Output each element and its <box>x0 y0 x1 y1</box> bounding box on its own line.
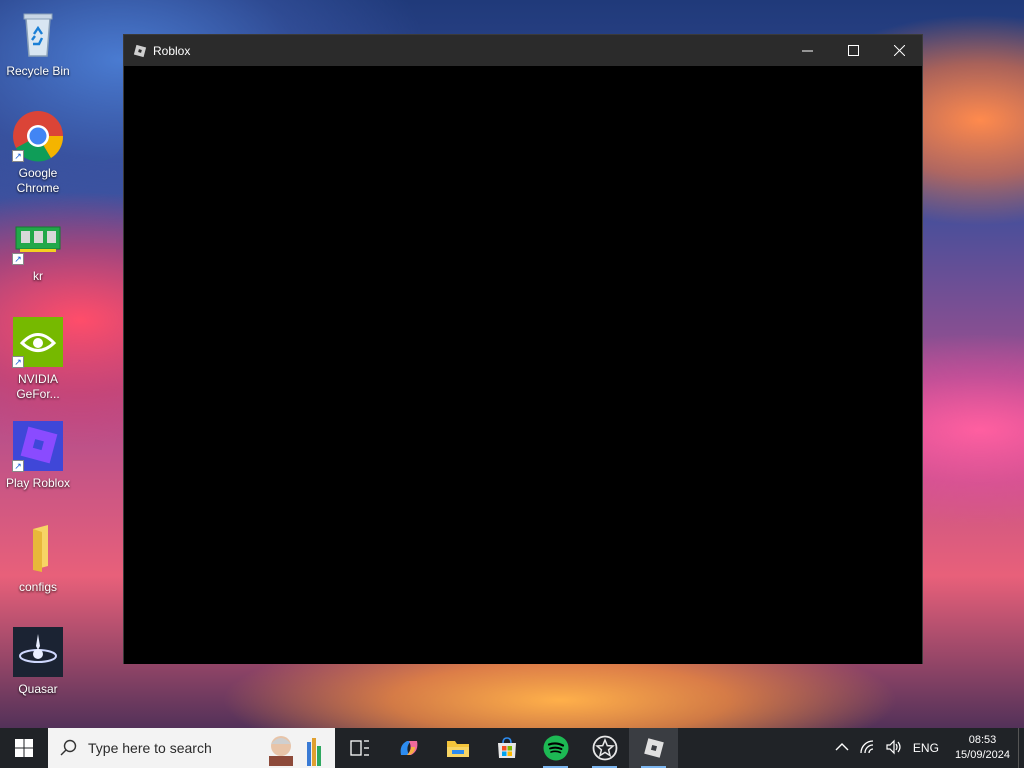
desktop-icon-label: configs <box>18 580 58 594</box>
desktop-icon-kr[interactable]: ↗ kr <box>0 213 76 284</box>
star-app-icon <box>592 735 617 761</box>
taskbar-file-explorer[interactable] <box>433 728 482 768</box>
show-desktop-button[interactable] <box>1018 728 1024 768</box>
desktop-icon-label: Quasar <box>18 682 58 696</box>
shortcut-arrow-icon: ↗ <box>12 253 24 265</box>
clock-time: 08:53 <box>968 734 997 746</box>
system-tray: ENG 08:53 15/09/2024 <box>829 728 1024 768</box>
network-button[interactable] <box>855 739 881 758</box>
file-explorer-icon <box>446 741 469 757</box>
desktop-icon-label: kr <box>33 269 43 283</box>
shortcut-arrow-icon: ↗ <box>12 460 24 472</box>
window-titlebar[interactable]: Roblox <box>124 35 922 66</box>
taskbar-spotify[interactable] <box>531 728 580 768</box>
taskbar: Type here to search ENG 08:53 15/09/2024 <box>0 728 1024 768</box>
show-hidden-icons-button[interactable] <box>829 741 855 755</box>
search-icon <box>60 739 77 756</box>
volume-button[interactable] <box>881 739 907 758</box>
close-icon <box>893 45 905 56</box>
roblox-taskbar-icon <box>643 738 664 758</box>
desktop-icon-recycle-bin[interactable]: Recycle Bin <box>0 8 76 79</box>
taskbar-star-app[interactable] <box>580 728 629 768</box>
minimize-button[interactable] <box>784 35 830 66</box>
taskbar-microsoft-store[interactable] <box>482 728 531 768</box>
chevron-up-icon <box>835 743 849 751</box>
memory-chip-icon: ↗ <box>12 213 64 265</box>
spotify-icon <box>543 735 568 761</box>
shortcut-arrow-icon: ↗ <box>12 356 24 368</box>
recycle-bin-icon <box>12 8 64 60</box>
close-button[interactable] <box>876 35 922 66</box>
window-content-area[interactable] <box>124 66 922 664</box>
desktop-icon-label: Google Chrome <box>16 166 60 195</box>
roblox-icon: ↗ <box>12 420 64 472</box>
window-title: Roblox <box>153 43 191 58</box>
roblox-window[interactable]: Roblox <box>123 34 923 664</box>
task-view-button[interactable] <box>335 728 384 768</box>
microsoft-store-icon <box>497 737 516 758</box>
desktop-icon-quasar[interactable]: Quasar <box>0 626 76 697</box>
clock[interactable]: 08:53 15/09/2024 <box>955 733 1010 763</box>
task-view-icon <box>349 740 369 756</box>
desktop-icon-label: Play Roblox <box>5 476 71 490</box>
quasar-icon <box>12 626 64 678</box>
desktop-icon-configs[interactable]: configs <box>0 524 76 595</box>
clock-date: 15/09/2024 <box>954 749 1010 761</box>
windows-icon <box>15 739 33 757</box>
copilot-icon <box>400 741 417 755</box>
desktop-icon-google-chrome[interactable]: ↗ Google Chrome <box>0 110 76 196</box>
nvidia-icon: ↗ <box>12 316 64 368</box>
shortcut-arrow-icon: ↗ <box>12 150 24 162</box>
start-button[interactable] <box>0 728 48 768</box>
speaker-icon <box>886 739 901 754</box>
search-placeholder: Type here to search <box>88 740 212 756</box>
search-box[interactable]: Type here to search <box>48 728 335 768</box>
desktop-icon-play-roblox[interactable]: ↗ Play Roblox <box>0 420 76 491</box>
folder-icon <box>12 524 64 576</box>
search-highlight-illustration-icon <box>265 730 327 768</box>
desktop-icon-label: Recycle Bin <box>6 64 70 78</box>
taskbar-roblox[interactable] <box>629 728 678 768</box>
language-indicator[interactable]: ENG <box>907 741 945 755</box>
roblox-app-icon <box>133 44 147 58</box>
maximize-icon <box>847 45 859 56</box>
desktop-icon-nvidia[interactable]: ↗ NVIDIA GeFor... <box>0 316 76 402</box>
network-wifi-icon <box>860 739 874 753</box>
minimize-icon <box>801 50 813 52</box>
taskbar-copilot[interactable] <box>384 728 433 768</box>
maximize-button[interactable] <box>830 35 876 66</box>
desktop-icon-label: NVIDIA GeFor... <box>16 372 60 401</box>
chrome-icon: ↗ <box>12 110 64 162</box>
